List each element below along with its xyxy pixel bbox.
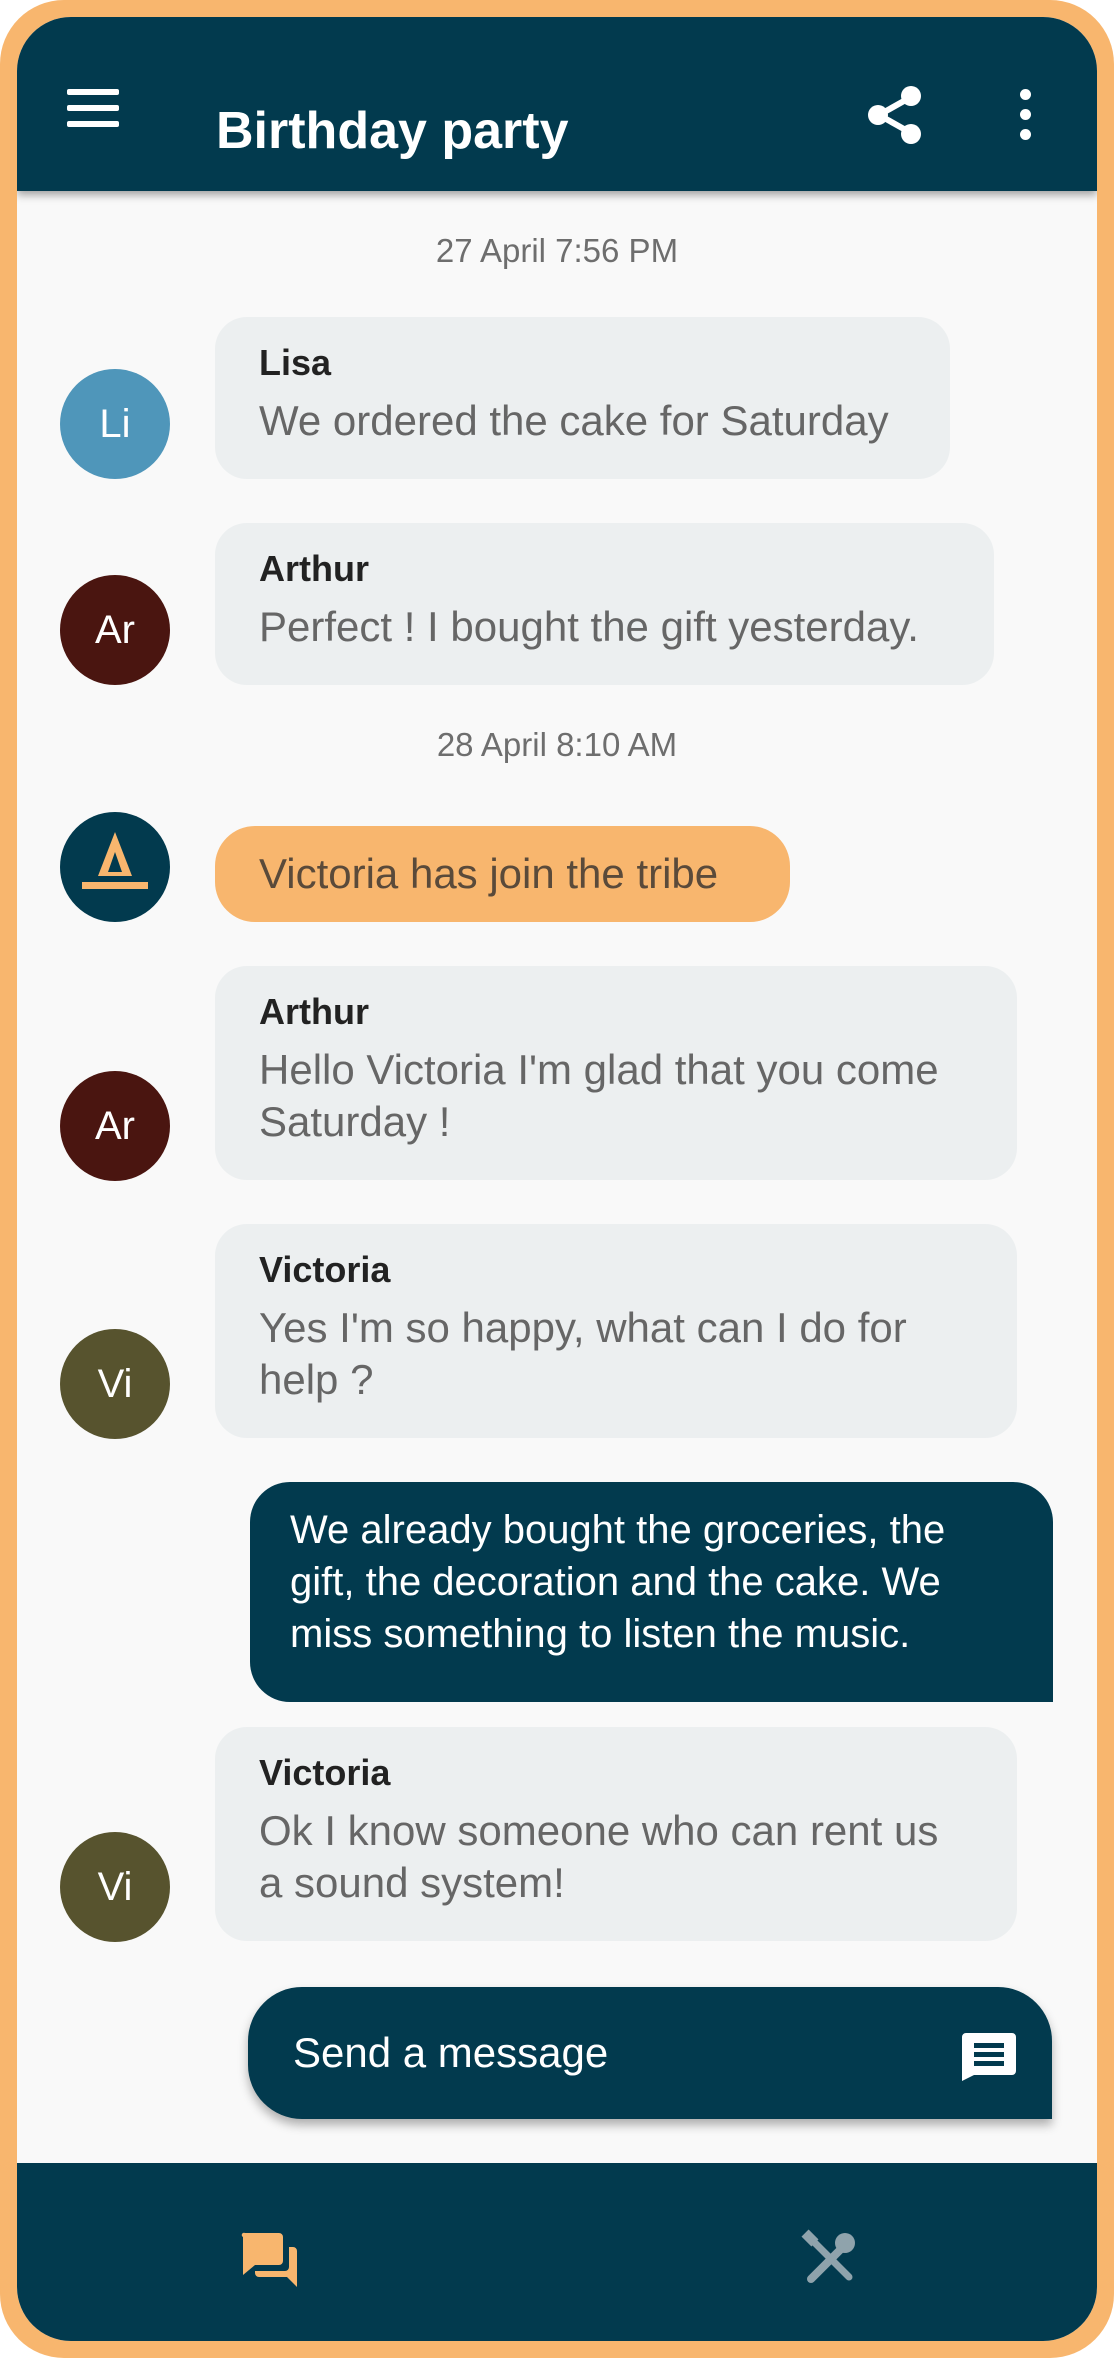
date-separator: 28 April 8:10 AM: [436, 726, 678, 763]
sender-name: Lisa: [259, 342, 332, 383]
message-text: Yes I'm so happy, what can I do for help…: [259, 1304, 907, 1403]
sender-name: Arthur: [259, 548, 369, 589]
message-composer[interactable]: Send a message: [248, 1987, 1052, 2119]
message-bubble: Arthur Perfect ! I bought the gift yeste…: [215, 523, 994, 685]
date-separator: 27 April 7:56 PM: [435, 232, 679, 269]
app-screen: Birthday party 27 April 7:56 PM Li Lisa …: [17, 17, 1097, 2341]
app-bar: Birthday party: [17, 17, 1097, 191]
message-text: Perfect ! I bought the gift yesterday.: [259, 603, 919, 650]
message-text: Hello Victoria I'm glad that you come Sa…: [259, 1046, 939, 1145]
tools-icon[interactable]: [797, 2227, 861, 2291]
more-vert-icon[interactable]: [1017, 89, 1033, 141]
avatar: Li: [60, 369, 170, 479]
page-title: Birthday party: [216, 102, 569, 160]
bottom-navigation: [17, 2163, 1097, 2341]
sender-name: Victoria: [259, 1249, 391, 1290]
message-text: We ordered the cake for Saturday: [259, 397, 889, 444]
share-icon[interactable]: [867, 85, 923, 145]
sent-message-bubble: We already bought the groceries, the gif…: [250, 1482, 1053, 1702]
message-bubble: Lisa We ordered the cake for Saturday: [215, 317, 950, 479]
sender-name: Arthur: [259, 991, 369, 1032]
message-bubble: Victoria Ok I know someone who can rent …: [215, 1727, 1017, 1941]
avatar: Vi: [60, 1832, 170, 1942]
message-bubble: Arthur Hello Victoria I'm glad that you …: [215, 966, 1017, 1180]
chat-bubbles-icon[interactable]: [241, 2231, 299, 2289]
avatar: Ar: [60, 575, 170, 685]
message-input[interactable]: Send a message: [293, 2029, 608, 2077]
message-text: Ok I know someone who can rent us a soun…: [259, 1807, 939, 1906]
avatar: Ar: [60, 1071, 170, 1181]
tribe-logo-icon: [60, 812, 170, 922]
sender-name: Victoria: [259, 1752, 391, 1793]
message-bubble: Victoria Yes I'm so happy, what can I do…: [215, 1224, 1017, 1438]
system-message: Victoria has join the tribe: [215, 826, 790, 922]
avatar: Vi: [60, 1329, 170, 1439]
menu-icon[interactable]: [67, 89, 119, 127]
device-frame: Birthday party 27 April 7:56 PM Li Lisa …: [0, 0, 1114, 2358]
send-message-icon[interactable]: [960, 2031, 1018, 2081]
